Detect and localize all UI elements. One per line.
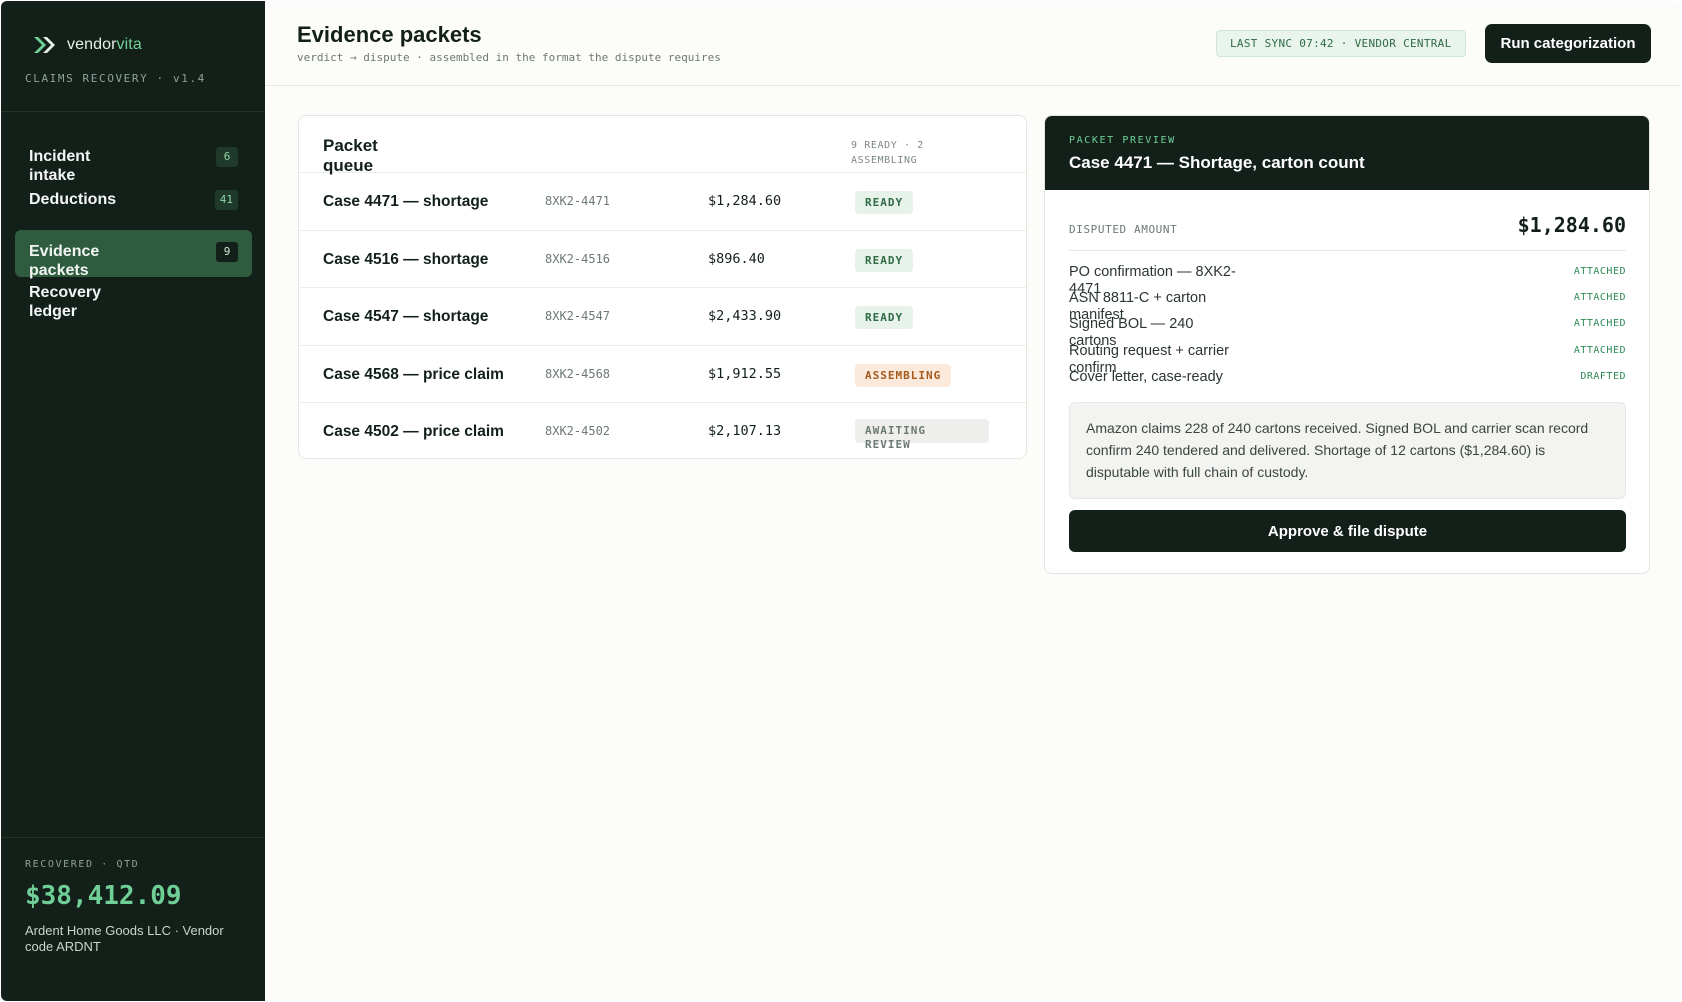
case-code: 8XK2-4502: [545, 424, 611, 438]
brand-name-accent: vita: [116, 36, 142, 53]
sidebar-item-label: Incident intake: [29, 148, 91, 184]
case-code: 8XK2-4471: [545, 194, 611, 208]
status-badge: READY: [855, 248, 914, 272]
case-name: Case 4502 — price claim: [323, 423, 504, 440]
preview-kicker: PACKET PREVIEW: [1069, 135, 1176, 146]
recovered-label: RECOVERED · QTD: [25, 859, 140, 870]
brand-name: vendorvita: [67, 36, 142, 54]
document-item[interactable]: Routing request + carrier confirm ATTACH…: [1069, 343, 1626, 376]
sidebar-item-incident-intake[interactable]: Incident intake 6: [15, 139, 252, 184]
queue-title: Packet queue: [323, 136, 378, 175]
case-name: Case 4568 — price claim: [323, 365, 504, 383]
document-state: ATTACHED: [1573, 345, 1626, 356]
case-amount: $1,284.60: [708, 193, 782, 209]
page-title: Evidence packets: [297, 22, 482, 47]
count-badge: 6: [216, 147, 238, 167]
status-badge: READY: [855, 191, 914, 214]
document-item[interactable]: PO confirmation — 8XK2-4471 ATTACHED: [1069, 264, 1626, 297]
queue-count-summary: 9 READY · 2 ASSEMBLING: [851, 140, 924, 166]
disputed-amount-label: DISPUTED AMOUNT: [1069, 223, 1178, 236]
count-badge: 41: [214, 190, 238, 210]
sidebar-item-recovery-ledger[interactable]: Recovery ledger: [15, 277, 252, 320]
sidebar-item-label: Evidence packets: [29, 243, 100, 279]
case-name: Case 4516 — shortage: [323, 250, 489, 268]
table-row[interactable]: Case 4516 — shortage 8XK2-4516 $896.40 R…: [299, 231, 1026, 288]
disputed-amount: $1,284.60: [1517, 213, 1626, 237]
run-categorization-button[interactable]: Run categorization: [1485, 24, 1651, 63]
document-item[interactable]: ASN 8811-C + carton manifest ATTACHED: [1069, 290, 1626, 323]
sidebar-divider: [1, 111, 265, 112]
chevrons-logo-icon: [34, 37, 55, 53]
status-badge: READY: [855, 306, 914, 329]
preview-divider: [1069, 250, 1626, 251]
document-item[interactable]: Cover letter, case-ready DRAFTED: [1069, 369, 1626, 395]
product-version: CLAIMS RECOVERY · v1.4: [25, 72, 206, 85]
approve-file-dispute-button[interactable]: Approve & file dispute: [1069, 510, 1626, 552]
document-name: Cover letter, case-ready: [1069, 369, 1223, 385]
sidebar-divider: [1, 837, 265, 838]
case-code: 8XK2-4516: [545, 251, 611, 266]
case-code: 8XK2-4547: [545, 309, 611, 323]
case-amount: $896.40: [708, 250, 765, 267]
sidebar-item-label: Deductions: [29, 191, 117, 208]
app-window: vendorvita CLAIMS RECOVERY · v1.4 Incide…: [1, 1, 1680, 1001]
queue-header: Packet queue 9 READY · 2 ASSEMBLING: [299, 116, 1026, 175]
document-state: DRAFTED: [1580, 371, 1626, 382]
status-badge: ASSEMBLING: [855, 363, 952, 387]
sync-status-badge: LAST SYNC 07:42 · VENDOR CENTRAL: [1216, 30, 1466, 57]
status-badge: AWAITING REVIEW: [855, 419, 989, 451]
table-row[interactable]: Case 4502 — price claim 8XK2-4502 $2,107…: [299, 403, 1026, 458]
case-amount: $1,912.55: [708, 365, 782, 382]
count-badge: 9: [216, 242, 238, 262]
sidebar-nav: Incident intake 6 Deductions 41 Evidence…: [15, 139, 252, 320]
case-name: Case 4471 — shortage: [323, 193, 489, 210]
document-state: ATTACHED: [1573, 266, 1626, 277]
document-state: ATTACHED: [1573, 318, 1626, 329]
sidebar-item-evidence-packets[interactable]: Evidence packets 9: [15, 230, 252, 279]
case-amount: $2,433.90: [708, 308, 782, 324]
page-header: Evidence packets verdict → dispute · ass…: [265, 1, 1680, 86]
case-name: Case 4547 — shortage: [323, 308, 489, 325]
recovered-amount: $38,412.09: [25, 881, 182, 911]
table-row[interactable]: Case 4568 — price claim 8XK2-4568 $1,912…: [299, 346, 1026, 403]
packet-preview: PACKET PREVIEW Case 4471 — Shortage, car…: [1044, 115, 1650, 574]
brand-name-prefix: vendor: [67, 36, 117, 53]
preview-title: Case 4471 — Shortage, carton count: [1069, 153, 1365, 172]
packet-queue: Packet queue 9 READY · 2 ASSEMBLING Case…: [298, 115, 1027, 459]
vendor-info: Ardent Home Goods LLC · Vendor code ARDN…: [25, 923, 224, 954]
document-state: ATTACHED: [1573, 292, 1626, 303]
sidebar-item-label: Recovery ledger: [29, 284, 102, 320]
page-subtitle: verdict → dispute · assembled in the for…: [297, 51, 721, 64]
case-code: 8XK2-4568: [545, 366, 611, 381]
table-row[interactable]: Case 4471 — shortage 8XK2-4471 $1,284.60…: [299, 173, 1026, 231]
table-row[interactable]: Case 4547 — shortage 8XK2-4547 $2,433.90…: [299, 288, 1026, 346]
sidebar: vendorvita CLAIMS RECOVERY · v1.4 Incide…: [1, 1, 265, 1001]
brand-logo[interactable]: vendorvita: [33, 33, 142, 57]
sidebar-item-deductions[interactable]: Deductions 41: [15, 182, 252, 222]
preview-header: PACKET PREVIEW Case 4471 — Shortage, car…: [1045, 116, 1649, 190]
case-summary: Amazon claims 228 of 240 cartons receive…: [1069, 402, 1626, 499]
document-item[interactable]: Signed BOL — 240 cartons ATTACHED: [1069, 316, 1626, 349]
case-amount: $2,107.13: [708, 423, 782, 439]
